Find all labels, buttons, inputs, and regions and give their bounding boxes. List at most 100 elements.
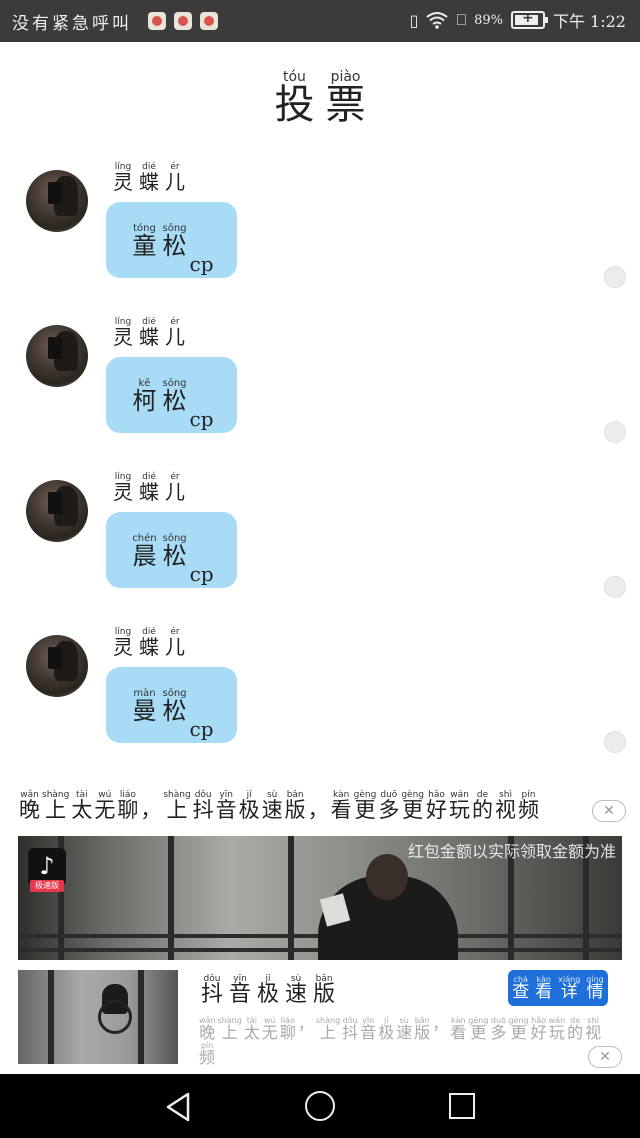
hanzi: 版 <box>284 798 306 822</box>
ad-headline[interactable]: wǎn 晚 shàng 上 tài 太 wú 无 liáo 聊， shàng 上 dǒu 抖 yīn 音 jí 极… <box>18 790 540 821</box>
notification-icons <box>148 12 218 30</box>
sender-name: líng 灵 dié 蝶 ér 儿 <box>110 627 188 657</box>
home-icon[interactable] <box>305 1091 335 1121</box>
ruby-char: ér 儿 <box>165 162 185 192</box>
avatar[interactable] <box>26 325 88 387</box>
ruby-char: hǎo 好 <box>531 1016 547 1041</box>
vote-radio-button[interactable] <box>604 576 626 598</box>
ad-close-button[interactable]: ✕ <box>592 800 626 822</box>
ruby-char: dié 蝶 <box>139 472 159 502</box>
hanzi: 速 <box>396 1023 413 1042</box>
hanzi: 版 <box>313 982 336 1007</box>
hanzi: 灵 <box>113 635 133 659</box>
hanzi: 晨 <box>132 541 157 570</box>
notification-app-icon <box>174 12 192 30</box>
hanzi: 详 <box>560 982 578 1002</box>
ruby-char: bǎn 版 <box>414 1016 430 1041</box>
hanzi: 频 <box>199 1048 216 1067</box>
ruby-char: wǎn 晚 <box>19 790 40 821</box>
hanzi: 玩 <box>449 798 470 822</box>
navigation-bar <box>0 1074 640 1138</box>
ruby-char: kàn 看 <box>535 975 552 1001</box>
vote-option-bubble[interactable]: tóng 童 sōng 松 cp <box>106 202 237 278</box>
hanzi: 松 <box>162 231 187 260</box>
hanzi: 查 <box>512 982 530 1002</box>
hanzi: 上 <box>320 1023 337 1042</box>
vote-radio-button[interactable] <box>604 421 626 443</box>
ruby-char: kàn 看 <box>450 1016 466 1041</box>
ruby-char: wán 玩 <box>449 790 470 821</box>
ad-thumbnail[interactable] <box>18 970 178 1064</box>
hanzi: 蝶 <box>139 635 159 659</box>
hanzi: 抖 <box>192 798 214 822</box>
ruby-char: ， <box>140 800 161 821</box>
chat-message: líng 灵 dié 蝶 ér 儿 chén 晨 sōng 松 cp <box>0 464 640 614</box>
hanzi: 音 <box>229 982 252 1007</box>
notification-app-icon <box>200 12 218 30</box>
ruby-char: jí 极 <box>239 790 260 821</box>
hanzi: 太 <box>243 1023 260 1042</box>
wifi-icon <box>426 12 449 29</box>
hanzi: ， <box>432 1014 449 1033</box>
ruby-char: jí 极 <box>257 974 279 1006</box>
banner-caption: 红包金额以实际领取金额为准 <box>407 842 616 861</box>
hanzi: 更 <box>510 1023 527 1042</box>
hanzi: 灵 <box>113 325 133 349</box>
hanzi: 好 <box>426 798 447 822</box>
vote-option-bubble[interactable]: chén 晨 sōng 松 cp <box>106 512 237 588</box>
vote-radio-button[interactable] <box>604 266 626 288</box>
option-suffix: cp <box>189 717 214 741</box>
ruby-char: gèng 更 <box>354 790 377 821</box>
back-icon[interactable] <box>164 1092 192 1122</box>
ruby-char: ， <box>298 1016 314 1041</box>
recent-apps-icon[interactable] <box>449 1093 475 1119</box>
ruby-char: yīn 音 <box>216 790 237 821</box>
option-suffix: cp <box>189 562 214 586</box>
ruby-char: màn 曼 <box>132 688 156 723</box>
ruby-char: dié 蝶 <box>139 627 159 657</box>
hanzi: 抖 <box>201 982 224 1007</box>
chat-message: líng 灵 dié 蝶 ér 儿 kē 柯 sōng 松 cp <box>0 309 640 459</box>
hanzi: 晚 <box>199 1023 216 1042</box>
hanzi: 好 <box>530 1023 547 1042</box>
hanzi: 看 <box>330 798 352 822</box>
vote-option-bubble[interactable]: kē 柯 sōng 松 cp <box>106 357 237 433</box>
vote-radio-button[interactable] <box>604 731 626 753</box>
page-title: tóu 投 piào 票 <box>274 69 366 128</box>
hanzi: 松 <box>162 386 187 415</box>
avatar[interactable] <box>26 635 88 697</box>
hanzi: 音 <box>215 798 237 822</box>
avatar[interactable] <box>26 480 88 542</box>
ruby-char: shì 视 <box>495 790 516 821</box>
hanzi: ， <box>297 1014 314 1033</box>
ruby-char: kē 柯 <box>132 378 156 413</box>
hanzi: ， <box>140 798 162 822</box>
avatar[interactable] <box>26 170 88 232</box>
ad-banner-image[interactable]: ♪ 极速版 红包金额以实际领取金额为准 <box>18 836 622 960</box>
ruby-char: sōng 松 <box>163 533 187 568</box>
ruby-char: dǒu 抖 <box>342 1016 358 1041</box>
ruby-char: tóng 童 <box>132 223 156 258</box>
vote-option-bubble[interactable]: màn 曼 sōng 松 cp <box>106 667 237 743</box>
hanzi: 的 <box>472 798 493 822</box>
hanzi: 儿 <box>165 170 185 194</box>
hanzi: 儿 <box>165 480 185 504</box>
ruby-char: kàn 看 <box>331 790 352 821</box>
status-bar: 没有紧急呼叫 ▯ ⎕ 89% + 下午 1:22 <box>0 0 640 42</box>
ad-card[interactable]: dǒu 抖 yīn 音 jí 极 sù 速 bǎn 版 chá 查 kàn 看 xiáng 详 qíng 情 w… <box>18 970 622 1068</box>
carrier-text: 没有紧急呼叫 <box>12 14 132 34</box>
ruby-char: wú 无 <box>94 790 115 821</box>
hanzi: 曼 <box>132 696 157 725</box>
hanzi: 晚 <box>19 798 40 822</box>
ruby-char: pín 频 <box>518 790 539 821</box>
view-details-button[interactable]: chá 查 kàn 看 xiáng 详 qíng 情 <box>508 970 608 1006</box>
hanzi: 灵 <box>113 480 133 504</box>
logo-tag: 极速版 <box>30 880 64 892</box>
ad-card-close-button[interactable]: ✕ <box>588 1046 622 1068</box>
hanzi: 频 <box>518 798 539 822</box>
ruby-char: yīn 音 <box>360 1016 376 1041</box>
hanzi: 灵 <box>113 170 133 194</box>
ruby-char: duō 多 <box>490 1016 506 1041</box>
hanzi: 情 <box>586 982 604 1002</box>
option-suffix: cp <box>189 252 214 276</box>
